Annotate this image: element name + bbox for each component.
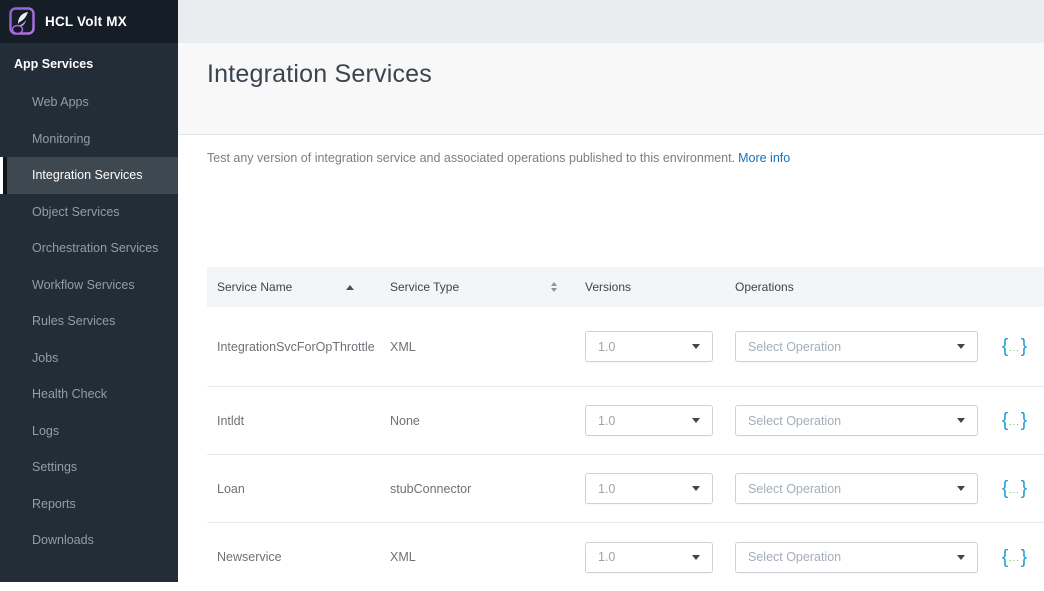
caret-down-icon: [692, 344, 700, 349]
sidebar-item-settings[interactable]: Settings: [0, 449, 178, 486]
volt-mx-logo-icon: [9, 7, 36, 36]
description-text: Test any version of integration service …: [207, 151, 735, 165]
top-strip: [178, 0, 1044, 43]
table-row: IntegrationSvcForOpThrottle XML 1.0 Sele…: [207, 307, 1044, 387]
view-json-braces-icon[interactable]: {...}: [1002, 479, 1027, 498]
caret-down-icon: [957, 418, 965, 423]
sidebar-item-logs[interactable]: Logs: [0, 413, 178, 450]
table-row: Intldt None 1.0 Select Operation {...}: [207, 387, 1044, 455]
operation-select[interactable]: Select Operation: [735, 331, 978, 362]
service-name: Intldt: [217, 414, 390, 428]
operation-placeholder: Select Operation: [748, 550, 841, 564]
service-name: Newservice: [217, 550, 390, 564]
column-label: Service Type: [390, 280, 459, 294]
view-json-braces-icon[interactable]: {...}: [1002, 548, 1027, 567]
sidebar-item-object-services[interactable]: Object Services: [0, 194, 178, 231]
logo-bar: HCL Volt MX: [0, 0, 178, 43]
sort-unsorted-icon: [551, 282, 557, 292]
sidebar-item-jobs[interactable]: Jobs: [0, 340, 178, 377]
sidebar-item-web-apps[interactable]: Web Apps: [0, 84, 178, 121]
sidebar-item-health-check[interactable]: Health Check: [0, 376, 178, 413]
caret-down-icon: [957, 486, 965, 491]
caret-down-icon: [692, 486, 700, 491]
title-band: Integration Services: [178, 43, 1044, 135]
sidebar-item-reports[interactable]: Reports: [0, 486, 178, 523]
view-json-braces-icon[interactable]: {...}: [1002, 411, 1027, 430]
caret-down-icon: [957, 344, 965, 349]
service-name: IntegrationSvcForOpThrottle: [217, 340, 390, 354]
version-select[interactable]: 1.0: [585, 331, 713, 362]
column-header-versions: Versions: [585, 280, 735, 294]
main-content: Integration Services Test any version of…: [178, 0, 1044, 582]
operation-select[interactable]: Select Operation: [735, 405, 978, 436]
operation-select[interactable]: Select Operation: [735, 542, 978, 573]
integration-services-table: Service Name Service Type Versions Opera…: [207, 267, 1044, 591]
sidebar-item-rules-services[interactable]: Rules Services: [0, 303, 178, 340]
brand-title: HCL Volt MX: [45, 14, 127, 29]
selected-version: 1.0: [598, 414, 615, 428]
operation-placeholder: Select Operation: [748, 482, 841, 496]
column-label: Service Name: [217, 280, 292, 294]
view-json-braces-icon[interactable]: {...}: [1002, 337, 1027, 356]
page-description: Test any version of integration service …: [207, 150, 1044, 166]
app-root: HCL Volt MX App Services Web Apps Monito…: [0, 0, 1044, 582]
table-row: Loan stubConnector 1.0 Select Operation …: [207, 455, 1044, 523]
caret-down-icon: [692, 555, 700, 560]
service-type: XML: [390, 550, 585, 564]
selected-version: 1.0: [598, 340, 615, 354]
version-select[interactable]: 1.0: [585, 473, 713, 504]
sidebar-item-orchestration-services[interactable]: Orchestration Services: [0, 230, 178, 267]
caret-down-icon: [692, 418, 700, 423]
sidebar-nav: Web Apps Monitoring Integration Services…: [0, 84, 178, 559]
table-header-row: Service Name Service Type Versions Opera…: [207, 267, 1044, 307]
selected-version: 1.0: [598, 550, 615, 564]
sidebar-item-downloads[interactable]: Downloads: [0, 522, 178, 559]
column-header-service-name[interactable]: Service Name: [217, 280, 390, 294]
service-type: stubConnector: [390, 482, 585, 496]
sidebar-item-workflow-services[interactable]: Workflow Services: [0, 267, 178, 304]
version-select[interactable]: 1.0: [585, 405, 713, 436]
version-select[interactable]: 1.0: [585, 542, 713, 573]
sidebar-item-monitoring[interactable]: Monitoring: [0, 121, 178, 158]
sidebar-section-label: App Services: [0, 43, 178, 84]
sort-ascending-icon: [346, 285, 354, 290]
column-header-operations: Operations: [735, 280, 985, 294]
caret-down-icon: [957, 555, 965, 560]
operation-placeholder: Select Operation: [748, 340, 841, 354]
service-type: None: [390, 414, 585, 428]
column-header-service-type[interactable]: Service Type: [390, 280, 585, 294]
table-row: Newservice XML 1.0 Select Operation {...…: [207, 523, 1044, 591]
operation-placeholder: Select Operation: [748, 414, 841, 428]
more-info-link[interactable]: More info: [738, 151, 790, 165]
operation-select[interactable]: Select Operation: [735, 473, 978, 504]
selected-version: 1.0: [598, 482, 615, 496]
service-name: Loan: [217, 482, 390, 496]
sidebar-item-integration-services[interactable]: Integration Services: [0, 157, 178, 194]
service-type: XML: [390, 340, 585, 354]
page-title: Integration Services: [178, 43, 1044, 89]
sidebar: HCL Volt MX App Services Web Apps Monito…: [0, 0, 178, 582]
